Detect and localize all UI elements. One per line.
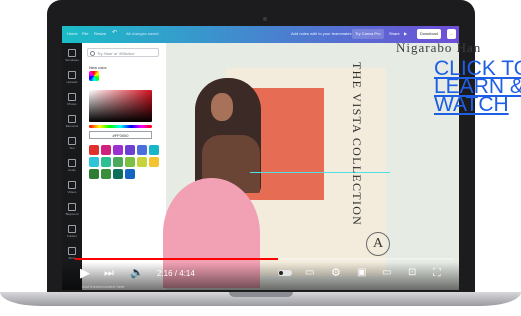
- progress-bar[interactable]: [75, 258, 454, 260]
- sidebar-item-elements[interactable]: Elements: [64, 113, 80, 129]
- hex-input[interactable]: #FF0000: [89, 131, 152, 139]
- sidebar-item-uploads[interactable]: Uploads: [64, 69, 80, 85]
- download-button[interactable]: Download: [417, 29, 441, 39]
- color-swatch[interactable]: [89, 157, 99, 167]
- color-panel: Try 'blue' or '#00c4cc' New color #FF000…: [82, 43, 166, 290]
- autoplay-toggle[interactable]: [278, 270, 292, 276]
- settings-icon[interactable]: ⚙: [331, 266, 341, 280]
- videos-icon: [68, 181, 76, 189]
- progress-fill: [75, 258, 278, 260]
- sidebar-item-text[interactable]: Text: [64, 135, 80, 151]
- search-icon: [90, 51, 95, 56]
- volume-icon[interactable]: 🔈: [130, 266, 144, 280]
- resize-menu[interactable]: Resize: [94, 31, 106, 36]
- templates-icon: [68, 49, 76, 57]
- hue-slider[interactable]: [89, 125, 152, 128]
- color-swatch[interactable]: [113, 157, 123, 167]
- more-icon: [68, 247, 76, 255]
- next-button[interactable]: ⏭: [104, 266, 114, 280]
- monogram-badge[interactable]: A: [366, 232, 390, 256]
- photos-icon: [68, 93, 76, 101]
- miniplayer-icon[interactable]: ▣: [357, 266, 366, 280]
- add-color-button[interactable]: [89, 71, 99, 81]
- elements-icon: [68, 115, 76, 123]
- color-swatch[interactable]: [125, 157, 135, 167]
- color-gradient-picker[interactable]: [89, 90, 152, 122]
- portrait-face: [211, 93, 233, 121]
- audio-icon: [68, 159, 76, 167]
- fullscreen-icon[interactable]: ⛶: [433, 266, 441, 280]
- publish-button[interactable]: ▶: [401, 29, 410, 39]
- color-swatch[interactable]: [89, 169, 99, 179]
- channel-watermark: Nigarabo Han: [396, 40, 482, 55]
- background-icon: [68, 203, 76, 211]
- sidebar-item-audio[interactable]: Audio: [64, 157, 80, 173]
- webcam: [263, 17, 267, 21]
- new-color-label: New color: [89, 65, 107, 70]
- cta-link[interactable]: CLICK TO LEARN & WATCH: [434, 58, 521, 116]
- text-icon: [68, 137, 76, 145]
- try-pro-button[interactable]: Try Canva Pro: [352, 29, 384, 39]
- cta-line-3: WATCH: [434, 93, 509, 116]
- undo-icon[interactable]: ↶: [112, 29, 117, 36]
- video-caption: Add theme/context here: [82, 284, 125, 289]
- theater-icon[interactable]: ▭: [382, 266, 391, 280]
- file-menu[interactable]: File: [82, 31, 88, 36]
- play-icon: ▶: [404, 31, 408, 36]
- cast-icon[interactable]: ⊡: [408, 266, 416, 280]
- editor-sidebar: Templates Uploads Photos Elements Text A…: [62, 43, 82, 290]
- laptop-notch: [229, 292, 293, 297]
- sidebar-item-templates[interactable]: Templates: [64, 47, 80, 63]
- color-swatch[interactable]: [149, 145, 159, 155]
- color-search-placeholder: Try 'blue' or '#00c4cc': [97, 51, 136, 56]
- design-title[interactable]: THE VISTA COLLECTION: [349, 62, 383, 226]
- color-swatch[interactable]: [137, 145, 147, 155]
- subtitles-icon[interactable]: ▭: [305, 266, 314, 280]
- saved-status: All changes saved: [126, 31, 159, 36]
- more-button[interactable]: ...: [447, 29, 457, 39]
- play-button[interactable]: ▶: [80, 266, 90, 280]
- color-swatch[interactable]: [113, 145, 123, 155]
- sidebar-item-photos[interactable]: Photos: [64, 91, 80, 107]
- color-swatch[interactable]: [101, 157, 111, 167]
- sidebar-item-videos[interactable]: Videos: [64, 179, 80, 195]
- color-search-input[interactable]: Try 'blue' or '#00c4cc': [87, 48, 159, 57]
- color-swatch[interactable]: [125, 169, 135, 179]
- time-display: 2:16 / 4:14: [157, 269, 195, 278]
- color-swatch[interactable]: [125, 145, 135, 155]
- home-link[interactable]: Home: [67, 31, 78, 36]
- add-notes-link[interactable]: Add notes with to your teammates: [291, 31, 351, 36]
- color-swatch[interactable]: [101, 145, 111, 155]
- uploads-icon: [68, 71, 76, 79]
- folder-icon: [68, 225, 76, 233]
- color-swatch[interactable]: [113, 169, 123, 179]
- sidebar-item-folders[interactable]: Folders: [64, 223, 80, 239]
- sidebar-item-background[interactable]: Bkground: [64, 201, 80, 217]
- color-swatch[interactable]: [101, 169, 111, 179]
- color-swatch[interactable]: [137, 157, 147, 167]
- color-swatch[interactable]: [149, 157, 159, 167]
- color-swatch[interactable]: [89, 145, 99, 155]
